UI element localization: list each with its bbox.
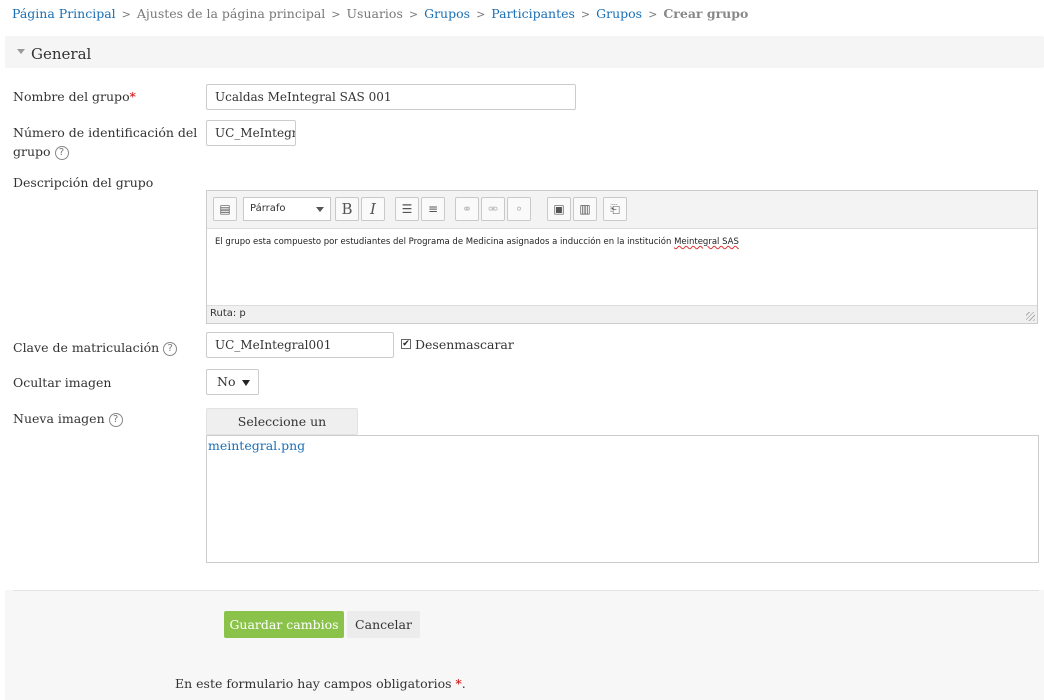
breadcrumb-site-admin: Ajustes de la página principal <box>136 6 326 21</box>
breadcrumb-participants[interactable]: Participantes <box>491 6 575 21</box>
breadcrumb-groups[interactable]: Grupos <box>424 6 470 21</box>
editor-content-area[interactable]: El grupo esta compuesto por estudiantes … <box>207 229 1037 305</box>
description-editor: ▤ Párrafo B I ☰ ≡ ⚭ ⚮ ⚬ ▣ ▥ ⎗ El grupo e… <box>206 190 1038 324</box>
group-name-label: Nombre del grupo* <box>13 89 136 104</box>
breadcrumb-groups-2[interactable]: Grupos <box>596 6 642 21</box>
unlink-icon[interactable]: ⚮ <box>481 197 505 221</box>
link-icon[interactable]: ⚭ <box>455 197 479 221</box>
description-label: Descripción del grupo <box>13 175 154 190</box>
editor-toolbar: ▤ Párrafo B I ☰ ≡ ⚭ ⚮ ⚬ ▣ ▥ ⎗ <box>207 191 1037 229</box>
choose-file-button[interactable]: Seleccione un archivo... <box>206 408 358 454</box>
dropdown-caret-icon <box>242 380 250 386</box>
hide-picture-label: Ocultar imagen <box>13 375 112 390</box>
hide-picture-select[interactable]: No <box>206 369 259 395</box>
manage-files-icon[interactable]: ⎗ <box>603 197 627 221</box>
enrolment-key-input[interactable]: UC_MeIntegral001 <box>206 332 394 358</box>
fieldset-legend: General <box>31 45 92 63</box>
italic-icon[interactable]: I <box>361 197 385 221</box>
ordered-list-icon[interactable]: ≡ <box>421 197 445 221</box>
breadcrumb: Página Principal > Ajustes de la página pr… <box>12 6 748 21</box>
breadcrumb-home[interactable]: Página Principal <box>12 6 116 21</box>
help-icon[interactable]: ? <box>54 145 69 160</box>
resize-handle-icon[interactable] <box>1026 312 1035 321</box>
bold-icon[interactable]: B <box>335 197 359 221</box>
unmask-checkbox[interactable]: ✔ <box>401 339 411 349</box>
collapse-triangle-icon[interactable] <box>17 49 25 54</box>
anchor-icon[interactable]: ⚬ <box>507 197 531 221</box>
breadcrumb-current: Crear grupo <box>663 6 749 21</box>
file-drop-area[interactable]: meintegral.png <box>206 435 1039 563</box>
new-image-label: Nueva imagen? <box>13 409 123 428</box>
breadcrumb-separator-icon: > <box>476 8 486 21</box>
breadcrumb-separator-icon: > <box>648 8 658 21</box>
breadcrumb-separator-icon: > <box>408 8 419 21</box>
breadcrumb-separator-icon: > <box>580 8 591 21</box>
enrolment-key-label: Clave de matriculación? <box>13 338 178 357</box>
selected-file-link[interactable]: meintegral.png <box>208 438 305 453</box>
required-icon: * <box>129 89 136 104</box>
unordered-list-icon[interactable]: ☰ <box>395 197 419 221</box>
cancel-button[interactable]: Cancelar <box>347 611 420 638</box>
image-icon[interactable]: ▣ <box>547 197 571 221</box>
idnumber-label: Número de identificación del grupo? <box>13 125 198 160</box>
breadcrumb-users: Usuarios <box>346 6 403 21</box>
media-icon[interactable]: ▥ <box>573 197 597 221</box>
unmask-label[interactable]: Desenmascarar <box>415 335 514 354</box>
group-name-input[interactable]: Ucaldas MeIntegral SAS 001 <box>206 84 576 110</box>
help-icon[interactable]: ? <box>163 341 178 356</box>
editor-path-bar: Ruta: p <box>207 305 1037 323</box>
fieldset-general-header[interactable]: General <box>5 36 1044 68</box>
divider <box>13 590 1039 591</box>
help-icon[interactable]: ? <box>108 412 123 427</box>
breadcrumb-separator-icon: > <box>331 8 341 21</box>
form-actions-band <box>5 590 1044 700</box>
required-fields-note: En este formulario hay campos obligatori… <box>175 676 466 691</box>
format-select[interactable]: Párrafo <box>243 197 331 221</box>
idnumber-input[interactable]: UC_MeIntegral <box>206 120 296 146</box>
breadcrumb-separator-icon: > <box>121 8 131 21</box>
chevron-down-icon <box>316 207 324 212</box>
toolbar-toggle-icon[interactable]: ▤ <box>213 197 237 221</box>
save-button[interactable]: Guardar cambios <box>224 611 344 638</box>
